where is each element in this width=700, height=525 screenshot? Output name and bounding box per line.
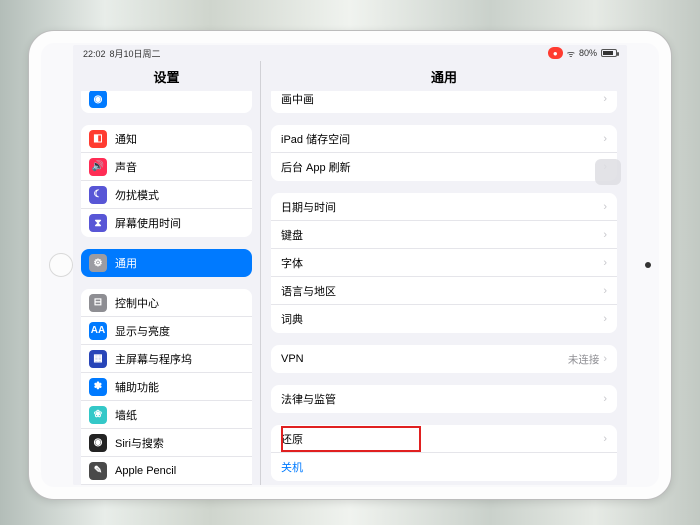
home-button[interactable]	[49, 253, 73, 277]
settings-row-语言与地区[interactable]: 语言与地区›	[271, 277, 617, 305]
settings-row-字体[interactable]: 字体›	[271, 249, 617, 277]
sidebar-item-屏幕使用时间[interactable]: ⧗ 屏幕使用时间	[81, 209, 252, 237]
sidebar-item-label: 辅助功能	[115, 379, 242, 395]
camera-icon	[645, 262, 651, 268]
row-label: 关机	[281, 459, 607, 475]
chevron-right-icon: ›	[603, 393, 607, 405]
显示与亮度-icon: AA	[89, 322, 107, 340]
row-label: 后台 App 刷新	[281, 159, 603, 175]
chevron-right-icon: ›	[603, 257, 607, 269]
chevron-right-icon: ›	[603, 353, 607, 365]
screen-record-pill[interactable]: ●	[548, 47, 563, 59]
sidebar-item-label: 主屏幕与程序坞	[115, 351, 242, 367]
row-label: 语言与地区	[281, 283, 603, 299]
settings-row-画中画[interactable]: 画中画›	[271, 91, 617, 113]
row-label: 词典	[281, 311, 603, 327]
sidebar-item-辅助功能[interactable]: ✽ 辅助功能	[81, 373, 252, 401]
sidebar-item-通知[interactable]: ◧ 通知	[81, 125, 252, 153]
sidebar-item-label: 勿扰模式	[115, 187, 242, 203]
sidebar-item-label: 通知	[115, 131, 242, 147]
通用-icon: ⚙	[89, 254, 107, 272]
settings-row-关机[interactable]: 关机	[271, 453, 617, 481]
settings-sidebar: 设置 ◉ ◧ 通知 🔊 声音 ☾ 勿扰模式 ⧗ 屏幕使用时间 ⚙ 通用 ⊟ 控制中心 AA 显示与亮度 ▦ 主屏…	[73, 61, 261, 485]
chevron-right-icon: ›	[603, 433, 607, 445]
sidebar-item-label: 显示与亮度	[115, 323, 242, 339]
scroll-indicator[interactable]	[595, 159, 621, 185]
row-label: VPN	[281, 353, 568, 365]
sidebar-item[interactable]: ◉	[81, 91, 252, 113]
settings-row-VPN[interactable]: VPN未连接›	[271, 345, 617, 373]
content-title: 通用	[261, 61, 627, 91]
sidebar-item-Apple Pencil[interactable]: ✎ Apple Pencil	[81, 457, 252, 485]
sidebar-item-控制中心[interactable]: ⊟ 控制中心	[81, 289, 252, 317]
row-label: 法律与监管	[281, 391, 603, 407]
sidebar-item-label: 声音	[115, 159, 242, 175]
勿扰模式-icon: ☾	[89, 186, 107, 204]
row-label: 还原	[281, 431, 603, 447]
sidebar-item-label: 通用	[115, 255, 242, 271]
screen: 22:02 8月10日周二 ● ᯤ 80% 设置 ◉ ◧ 通知 🔊 声音 ☾ 勿扰模式 ⧗ 屏幕…	[73, 45, 627, 485]
sidebar-item-label: 控制中心	[115, 295, 242, 311]
ipad-frame: 22:02 8月10日周二 ● ᯤ 80% 设置 ◉ ◧ 通知 🔊 声音 ☾ 勿扰模式 ⧗ 屏幕…	[28, 30, 672, 500]
status-bar: 22:02 8月10日周二 ● ᯤ 80%	[73, 45, 627, 61]
row-value: 未连接	[568, 352, 600, 367]
wifi-icon: ᯤ	[567, 47, 575, 60]
辅助功能-icon: ✽	[89, 378, 107, 396]
sidebar-item-墙纸[interactable]: ❀ 墙纸	[81, 401, 252, 429]
settings-row-法律与监管[interactable]: 法律与监管›	[271, 385, 617, 413]
row-label: 画中画	[281, 91, 603, 107]
row-label: iPad 储存空间	[281, 131, 603, 147]
chevron-right-icon: ›	[603, 285, 607, 297]
sidebar-item-label: 墙纸	[115, 407, 242, 423]
app-icon: ◉	[89, 91, 107, 108]
battery-icon	[601, 49, 617, 57]
status-time: 22:02	[83, 49, 106, 59]
row-label: 字体	[281, 255, 603, 271]
sidebar-item-Siri与搜索[interactable]: ◉ Siri与搜索	[81, 429, 252, 457]
主屏幕与程序坞-icon: ▦	[89, 350, 107, 368]
chevron-right-icon: ›	[603, 229, 607, 241]
content-scroll[interactable]: 画中画›iPad 储存空间›后台 App 刷新›日期与时间›键盘›字体›语言与地…	[261, 91, 627, 485]
row-label: 键盘	[281, 227, 603, 243]
屏幕使用时间-icon: ⧗	[89, 214, 107, 232]
sidebar-item-主屏幕与程序坞[interactable]: ▦ 主屏幕与程序坞	[81, 345, 252, 373]
Apple Pencil-icon: ✎	[89, 462, 107, 480]
sidebar-title: 设置	[73, 61, 260, 91]
sidebar-scroll[interactable]: ◉ ◧ 通知 🔊 声音 ☾ 勿扰模式 ⧗ 屏幕使用时间 ⚙ 通用 ⊟ 控制中心 AA 显示与亮度 ▦ 主屏幕与程…	[73, 91, 260, 485]
sidebar-item-勿扰模式[interactable]: ☾ 勿扰模式	[81, 181, 252, 209]
settings-row-日期与时间[interactable]: 日期与时间›	[271, 193, 617, 221]
settings-row-键盘[interactable]: 键盘›	[271, 221, 617, 249]
通知-icon: ◧	[89, 130, 107, 148]
sidebar-item-label: Siri与搜索	[115, 435, 242, 451]
settings-row-词典[interactable]: 词典›	[271, 305, 617, 333]
settings-row-iPad 储存空间[interactable]: iPad 储存空间›	[271, 125, 617, 153]
chevron-right-icon: ›	[603, 201, 607, 213]
status-date: 8月10日周二	[110, 47, 161, 60]
sidebar-item-显示与亮度[interactable]: AA 显示与亮度	[81, 317, 252, 345]
声音-icon: 🔊	[89, 158, 107, 176]
sidebar-item-通用[interactable]: ⚙ 通用	[81, 249, 252, 277]
sidebar-item-label: 屏幕使用时间	[115, 215, 242, 231]
chevron-right-icon: ›	[603, 133, 607, 145]
general-content: 通用 画中画›iPad 储存空间›后台 App 刷新›日期与时间›键盘›字体›语…	[261, 61, 627, 485]
battery-percent: 80%	[579, 48, 597, 58]
settings-row-还原[interactable]: 还原›	[271, 425, 617, 453]
sidebar-item-label: Apple Pencil	[115, 465, 242, 477]
墙纸-icon: ❀	[89, 406, 107, 424]
Siri与搜索-icon: ◉	[89, 434, 107, 452]
chevron-right-icon: ›	[603, 93, 607, 105]
row-label: 日期与时间	[281, 199, 603, 215]
控制中心-icon: ⊟	[89, 294, 107, 312]
chevron-right-icon: ›	[603, 313, 607, 325]
sidebar-item-声音[interactable]: 🔊 声音	[81, 153, 252, 181]
settings-row-后台 App 刷新[interactable]: 后台 App 刷新›	[271, 153, 617, 181]
